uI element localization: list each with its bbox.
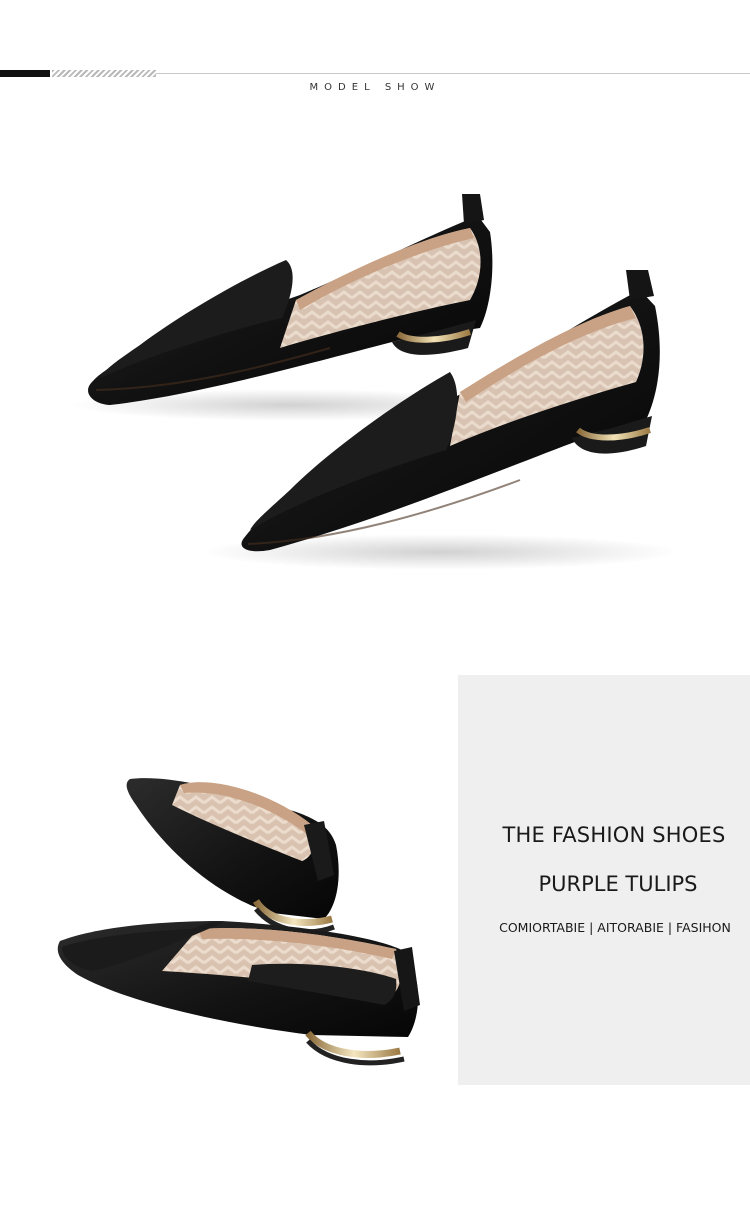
product-features: COMIORTABIE | AITORABIE | FASIHON (499, 920, 731, 935)
product-name: PURPLE TULIPS (538, 872, 698, 896)
shoe-back (88, 194, 493, 405)
shoe-lower (57, 921, 420, 1066)
product-photo-pair (70, 194, 680, 570)
header-rule-hatched (52, 70, 156, 77)
header-rule-line (156, 73, 750, 74)
header-rule-solid (0, 70, 50, 77)
product-photo-rear (12, 675, 458, 1085)
info-panel: THE FASHION SHOES PURPLE TULIPS COMIORTA… (458, 675, 750, 1085)
product-headline: THE FASHION SHOES (502, 823, 726, 847)
shoe-upper (126, 778, 339, 935)
section-title: MODEL SHOW (309, 82, 441, 93)
